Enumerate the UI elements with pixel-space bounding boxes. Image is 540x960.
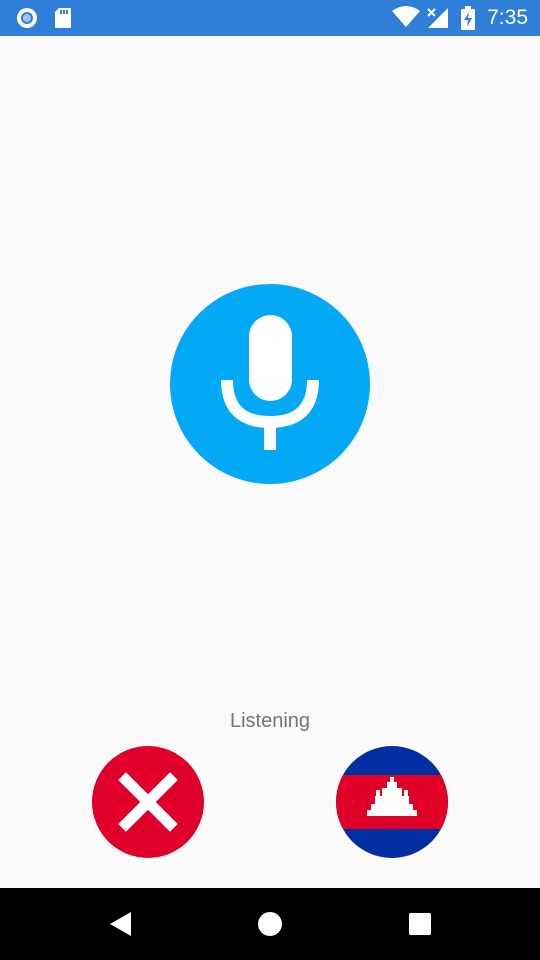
status-bar: 7:35 (0, 0, 540, 36)
recents-icon[interactable] (402, 906, 438, 942)
home-icon[interactable] (252, 906, 288, 942)
notification-ring-icon (16, 7, 38, 34)
cancel-button[interactable] (92, 746, 204, 858)
sd-card-icon (54, 7, 72, 34)
battery-charging-icon (461, 6, 475, 35)
cambodia-flag-icon (336, 746, 448, 858)
back-icon[interactable] (103, 906, 139, 942)
no-signal-icon (426, 6, 450, 35)
listening-status: Listening (229, 710, 311, 732)
microphone-button[interactable] (170, 284, 370, 484)
navigation-bar (0, 888, 540, 960)
voice-input-screen: 7:35 Listening (0, 0, 540, 960)
clock: 7:35 (487, 6, 528, 29)
close-icon (118, 772, 178, 832)
language-button[interactable] (336, 746, 448, 858)
microphone-icon (221, 315, 319, 450)
wifi-icon (392, 6, 420, 33)
